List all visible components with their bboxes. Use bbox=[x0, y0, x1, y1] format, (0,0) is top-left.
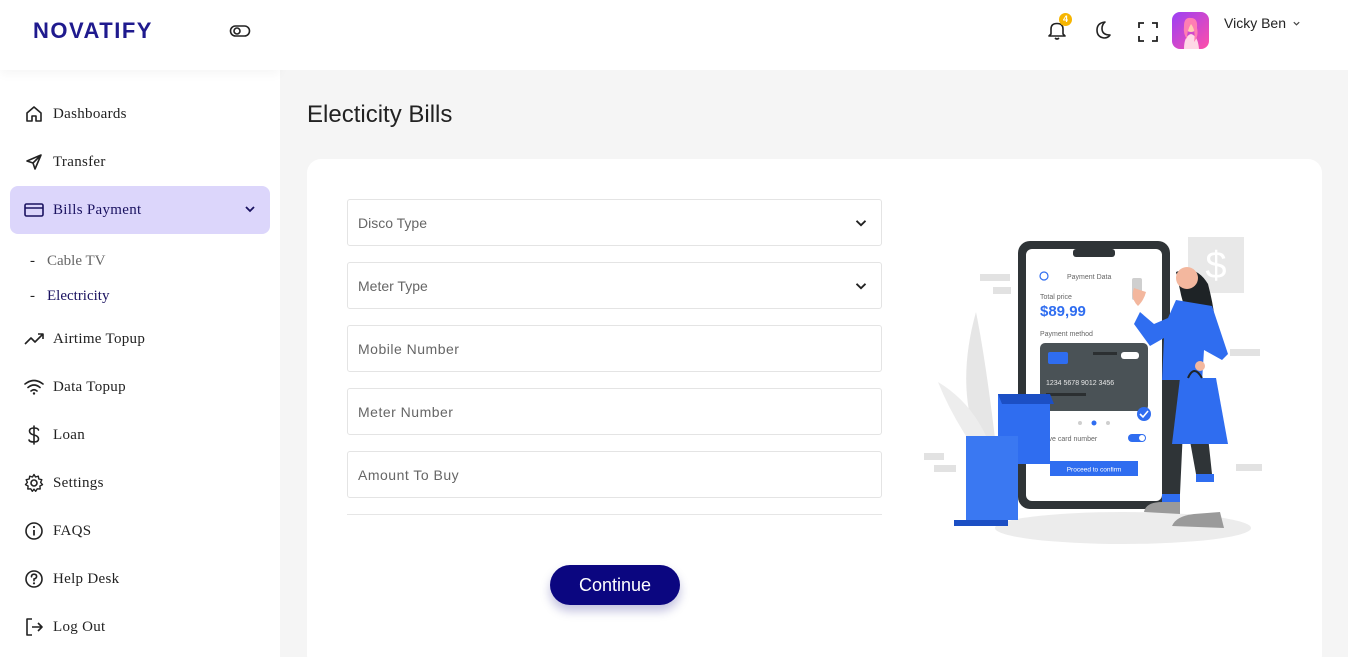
brand-bar: NOVATIFY bbox=[0, 0, 280, 70]
logo-text: OVATIFY bbox=[50, 18, 153, 43]
dollar-icon bbox=[24, 425, 44, 445]
disco-type-placeholder: Disco Type bbox=[358, 214, 427, 231]
sidebar-item-dashboards[interactable]: Dashboards bbox=[10, 90, 270, 138]
sidebar-item-label: Loan bbox=[53, 426, 86, 443]
home-icon bbox=[24, 104, 44, 124]
meter-number-input[interactable]: Meter Number bbox=[347, 388, 882, 435]
sidebar-item-label: Bills Payment bbox=[53, 201, 142, 218]
sidebar-item-label: FAQS bbox=[53, 522, 92, 539]
logo[interactable]: NOVATIFY bbox=[33, 18, 153, 44]
chevron-down-icon bbox=[245, 206, 255, 213]
card-icon bbox=[24, 200, 44, 220]
chevron-down-icon bbox=[855, 220, 867, 227]
illustration-total-label: Total price bbox=[1040, 294, 1072, 301]
illustration-header-text: Payment Data bbox=[1067, 274, 1111, 281]
sidebar-item-label: Log Out bbox=[53, 618, 106, 635]
trend-icon bbox=[24, 329, 44, 349]
sidebar-item-airtime-topup[interactable]: Airtime Topup bbox=[10, 315, 270, 363]
wifi-icon bbox=[24, 377, 44, 397]
page-title: Electicity Bills bbox=[307, 101, 453, 128]
gear-icon bbox=[24, 473, 44, 493]
sidebar-item-help-desk[interactable]: Help Desk bbox=[10, 555, 270, 603]
sidebar-item-transfer[interactable]: Transfer bbox=[10, 138, 270, 186]
illustration-method-label: Payment method bbox=[1040, 331, 1093, 338]
sidebar: NOVATIFY Dashboards Transfer Bills Payme… bbox=[0, 0, 280, 657]
avatar[interactable] bbox=[1172, 12, 1209, 49]
sidebar-item-log-out[interactable]: Log Out bbox=[10, 603, 270, 651]
sidebar-item-label: Help Desk bbox=[53, 570, 120, 587]
sidebar-subitem-electricity[interactable]: - Electricity bbox=[30, 288, 109, 305]
amount-to-buy-input[interactable]: Amount To Buy bbox=[347, 451, 882, 498]
subitem-dash: - bbox=[30, 253, 35, 269]
form-divider bbox=[347, 514, 882, 515]
meter-number-placeholder: Meter Number bbox=[358, 403, 454, 420]
mobile-number-input[interactable]: Mobile Number bbox=[347, 325, 882, 372]
svg-text:$: $ bbox=[1205, 245, 1226, 287]
logout-icon bbox=[24, 617, 44, 637]
sidebar-item-label: Settings bbox=[53, 474, 104, 491]
sidebar-item-label: Dashboards bbox=[53, 105, 127, 122]
fullscreen-icon[interactable] bbox=[1137, 21, 1159, 43]
subitem-dash: - bbox=[30, 288, 35, 304]
illustration-card-number: 1234 5678 9012 3456 bbox=[1046, 380, 1114, 387]
amount-to-buy-placeholder: Amount To Buy bbox=[358, 466, 460, 483]
sidebar-item-settings[interactable]: Settings bbox=[10, 459, 270, 507]
question-icon bbox=[24, 569, 44, 589]
sidebar-item-label: Airtime Topup bbox=[53, 330, 146, 347]
sidebar-item-label: Data Topup bbox=[53, 378, 126, 395]
info-icon bbox=[24, 521, 44, 541]
sidebar-item-data-topup[interactable]: Data Topup bbox=[10, 363, 270, 411]
illustration-total-value: $89,99 bbox=[1040, 303, 1086, 320]
payment-illustration: $ Payment Data Total price $89,99 Paymen… bbox=[924, 237, 1262, 544]
sidebar-item-bills-payment[interactable]: Bills Payment bbox=[10, 186, 270, 234]
disco-type-select[interactable]: Disco Type bbox=[347, 199, 882, 246]
user-name: Vicky Ben bbox=[1224, 15, 1286, 31]
send-icon bbox=[24, 152, 44, 172]
sidebar-item-loan[interactable]: Loan bbox=[10, 411, 270, 459]
sidebar-subitem-cable-tv[interactable]: - Cable TV bbox=[30, 253, 105, 270]
meter-type-placeholder: Meter Type bbox=[358, 277, 428, 294]
sidebar-item-label: Transfer bbox=[53, 153, 106, 170]
chevron-down-icon bbox=[1293, 21, 1300, 26]
continue-button[interactable]: Continue bbox=[550, 565, 680, 605]
illustration-confirm-label: Proceed to confirm bbox=[1067, 467, 1122, 474]
subitem-label: Electricity bbox=[47, 288, 110, 304]
moon-icon[interactable] bbox=[1091, 19, 1113, 41]
sidebar-toggle-icon[interactable] bbox=[229, 23, 251, 39]
notification-badge: 4 bbox=[1059, 13, 1072, 26]
mobile-number-placeholder: Mobile Number bbox=[358, 340, 460, 357]
logo-initial: N bbox=[33, 18, 51, 43]
chevron-down-icon bbox=[855, 283, 867, 290]
subitem-label: Cable TV bbox=[47, 253, 106, 269]
sidebar-item-faqs[interactable]: FAQS bbox=[10, 507, 270, 555]
meter-type-select[interactable]: Meter Type bbox=[347, 262, 882, 309]
user-menu[interactable]: Vicky Ben bbox=[1224, 15, 1301, 31]
